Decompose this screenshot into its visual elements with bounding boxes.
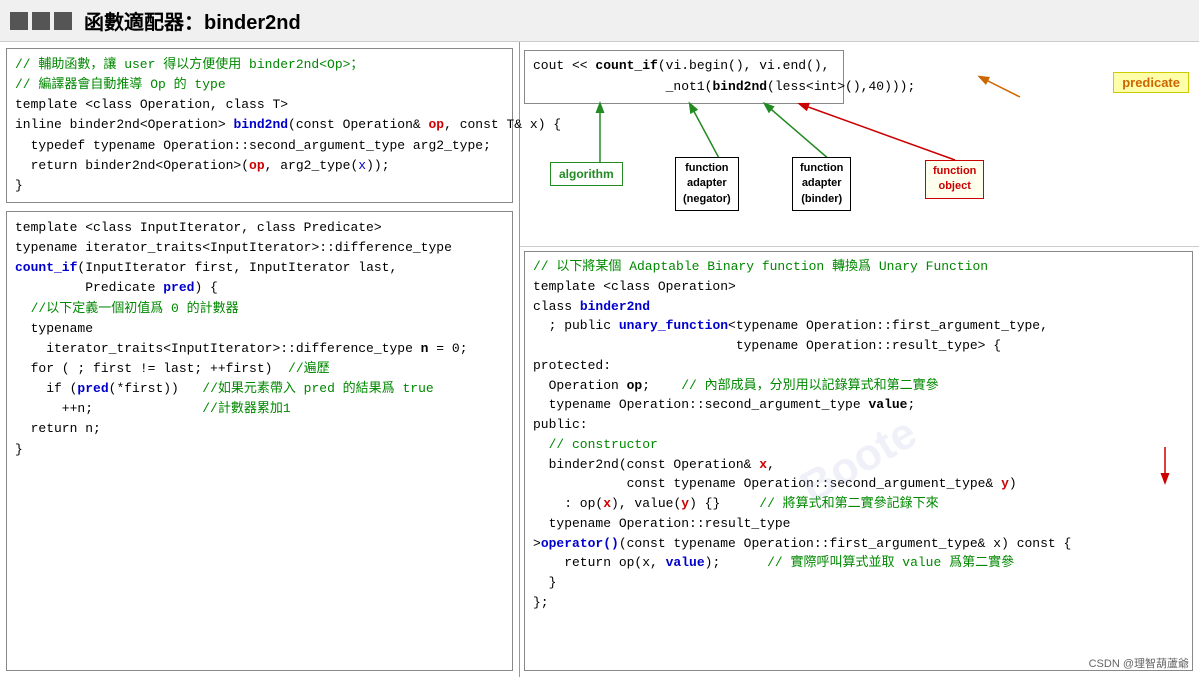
bl-line-8: for ( ; first != last; ++first) //遍歷 (15, 359, 504, 379)
br-line-14: >operator()(const typename Operation::fi… (533, 534, 1184, 554)
main-layout: Boote // 輔助函數，讓 user 得以方便使用 binder2nd<Op… (0, 42, 1199, 677)
bottomleft-code-box: Boote template <class InputIterator, cla… (6, 211, 513, 671)
bl-line-3: count_if(InputIterator first, InputItera… (15, 258, 504, 278)
title-chinese: 函數適配器： (84, 12, 204, 34)
code-line-3: template <class Operation, class T> (15, 95, 504, 115)
br-line-2: class binder2nd (533, 297, 1184, 317)
footer: CSDN @理智葫蘆爺 (1089, 655, 1189, 671)
code-line-5: typedef typename Operation::second_argum… (15, 136, 504, 156)
title-binder: binder2nd (204, 12, 301, 34)
title-bar: 函數適配器：binder2nd (0, 0, 1199, 42)
br-line-9: // constructor (533, 435, 1184, 455)
bl-line-9: if (pred(*first)) //如果元素帶入 pred 的結果爲 tru… (15, 379, 504, 399)
br-line-6: Operation op; // 內部成員，分別用以記錄算式和第二實參 (533, 376, 1184, 396)
br-line-12: : op(x), value(y) {} // 將算式和第二實參記錄下來 (533, 494, 1184, 514)
br-line-1: template <class Operation> (533, 277, 1184, 297)
tr-line-2: _not1(bind2nd(less<int>(),40))); (533, 77, 835, 98)
br-line-5: protected: (533, 356, 1184, 376)
br-line-7: typename Operation::second_argument_type… (533, 395, 1184, 415)
page-title: 函數適配器：binder2nd (84, 6, 301, 35)
code-line-4: inline binder2nd<Operation> bind2nd(cons… (15, 115, 504, 135)
predicate-label: predicate (1113, 72, 1189, 93)
fo-label: functionobject (925, 160, 984, 199)
br-line-17: }; (533, 593, 1184, 613)
bl-line-4: Predicate pred) { (15, 278, 504, 298)
br-line-16: } (533, 573, 1184, 593)
bottomright-code-box: Boote // 以下將某個 Adaptable Binary function… (524, 251, 1193, 671)
br-comment1: // 以下將某個 Adaptable Binary function 轉換爲 U… (533, 257, 1184, 277)
sq2 (32, 12, 50, 30)
br-line-10: binder2nd(const Operation& x, (533, 455, 1184, 475)
bl-line-6: typename (15, 319, 504, 339)
tr-line-1: cout << count_if(vi.begin(), vi.end(), (533, 56, 835, 77)
code-line-7: } (15, 176, 504, 196)
br-line-15: return op(x, value); // 實際呼叫算式並取 value 爲… (533, 553, 1184, 573)
br-line-3: ; public unary_function<typename Operati… (533, 316, 1184, 336)
bl-line-2: typename iterator_traits<InputIterator>:… (15, 238, 504, 258)
topleft-code-box: Boote // 輔助函數，讓 user 得以方便使用 binder2nd<Op… (6, 48, 513, 203)
code-line-2: // 編譯器會自動推導 Op 的 type (15, 75, 504, 95)
bl-line-5: //以下定義一個初值爲 0 的計數器 (15, 299, 504, 319)
fa-negator-label: functionadapter(negator) (675, 157, 739, 211)
bl-line-12: } (15, 440, 504, 460)
algorithm-label: algorithm (550, 162, 623, 186)
bl-line-7: iterator_traits<InputIterator>::differen… (15, 339, 504, 359)
br-line-11: const typename Operation::second_argumen… (533, 474, 1184, 494)
br-line-8: public: (533, 415, 1184, 435)
diagram-area: cout << count_if(vi.begin(), vi.end(), _… (520, 42, 1199, 247)
sq3 (54, 12, 72, 30)
title-squares (10, 12, 72, 30)
br-line-4: typename Operation::result_type> { (533, 336, 1184, 356)
fa-binder-label: functionadapter(binder) (792, 157, 851, 211)
bl-line-11: return n; (15, 419, 504, 439)
bl-line-1: template <class InputIterator, class Pre… (15, 218, 504, 238)
right-panel: cout << count_if(vi.begin(), vi.end(), _… (520, 42, 1199, 677)
topright-code-box: cout << count_if(vi.begin(), vi.end(), _… (524, 50, 844, 104)
code-line-1: // 輔助函數，讓 user 得以方便使用 binder2nd<Op>； (15, 55, 504, 75)
sq1 (10, 12, 28, 30)
bl-line-10: ++n; //計數器累加1 (15, 399, 504, 419)
code-line-6: return binder2nd<Operation>(op, arg2_typ… (15, 156, 504, 176)
left-panel: Boote // 輔助函數，讓 user 得以方便使用 binder2nd<Op… (0, 42, 520, 677)
br-line-13: typename Operation::result_type (533, 514, 1184, 534)
